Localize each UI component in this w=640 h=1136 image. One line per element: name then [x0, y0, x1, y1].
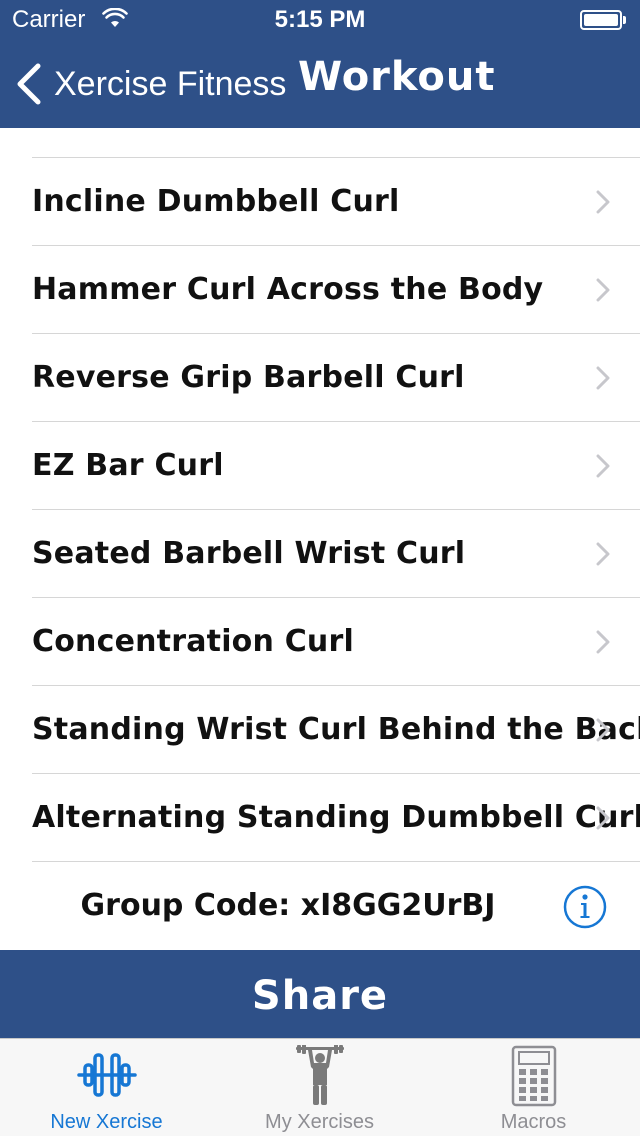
exercise-label: Seated Barbell Wrist Curl — [32, 536, 466, 571]
status-bar: Carrier 5:15 PM — [0, 0, 640, 40]
chevron-left-icon — [17, 63, 41, 105]
status-time: 5:15 PM — [274, 6, 366, 33]
chevron-right-icon — [596, 366, 610, 390]
list-item-partial — [0, 128, 640, 158]
exercise-label: Reverse Grip Barbell Curl — [32, 360, 465, 395]
list-item[interactable]: EZ Bar Curl — [0, 422, 640, 510]
back-label: Xercise Fitness — [54, 64, 287, 103]
list-item[interactable]: Reverse Grip Barbell Curl — [0, 334, 640, 422]
tab-my-xercises[interactable]: My Xercises — [213, 1039, 426, 1136]
group-code-row: Group Code: xI8GG2UrBJ — [0, 862, 640, 950]
weightlifter-icon — [295, 1045, 344, 1105]
group-code-label: Group Code: xI8GG2UrBJ — [80, 888, 496, 923]
navigation-bar: Xercise Fitness Workout — [0, 40, 640, 128]
exercise-list[interactable]: Incline Dumbbell Curl Hammer Curl Across… — [0, 128, 640, 950]
list-item[interactable]: Hammer Curl Across the Body — [0, 246, 640, 334]
chevron-right-icon — [596, 718, 610, 742]
header: Carrier 5:15 PM Xercise Fitness Workout — [0, 0, 640, 128]
chevron-right-icon — [596, 542, 610, 566]
chevron-right-icon — [596, 190, 610, 214]
exercise-label: Incline Dumbbell Curl — [32, 184, 400, 219]
list-item[interactable]: Alternating Standing Dumbbell Curl — [0, 774, 640, 862]
battery-icon — [580, 10, 626, 30]
back-button[interactable]: Xercise Fitness — [14, 60, 286, 108]
list-item[interactable]: Standing Wrist Curl Behind the Back — [0, 686, 640, 774]
exercise-label: Alternating Standing Dumbbell Curl — [32, 800, 640, 835]
tab-bar: New Xercise My Xercises Macros — [0, 1038, 640, 1136]
exercise-label: EZ Bar Curl — [32, 448, 224, 483]
chevron-right-icon — [596, 630, 610, 654]
share-button[interactable]: Share — [0, 950, 640, 1038]
info-icon[interactable] — [563, 885, 607, 929]
chevron-right-icon — [596, 454, 610, 478]
list-item[interactable]: Seated Barbell Wrist Curl — [0, 510, 640, 598]
tab-label: Macros — [500, 1111, 567, 1133]
exercise-label: Standing Wrist Curl Behind the Back — [32, 712, 640, 747]
tab-macros[interactable]: Macros — [427, 1039, 640, 1136]
chevron-right-icon — [596, 806, 610, 830]
list-item[interactable]: Incline Dumbbell Curl — [0, 158, 640, 246]
exercise-label: Concentration Curl — [32, 624, 354, 659]
tab-new-xercise[interactable]: New Xercise — [0, 1039, 213, 1136]
list-item[interactable]: Concentration Curl — [0, 598, 640, 686]
page-title: Workout — [298, 54, 496, 100]
chevron-right-icon — [596, 278, 610, 302]
tab-label: New Xercise — [50, 1111, 163, 1133]
tab-label: My Xercises — [265, 1111, 374, 1133]
dumbbell-icon — [76, 1053, 137, 1097]
calculator-icon — [511, 1045, 556, 1107]
exercise-label: Hammer Curl Across the Body — [32, 272, 544, 307]
